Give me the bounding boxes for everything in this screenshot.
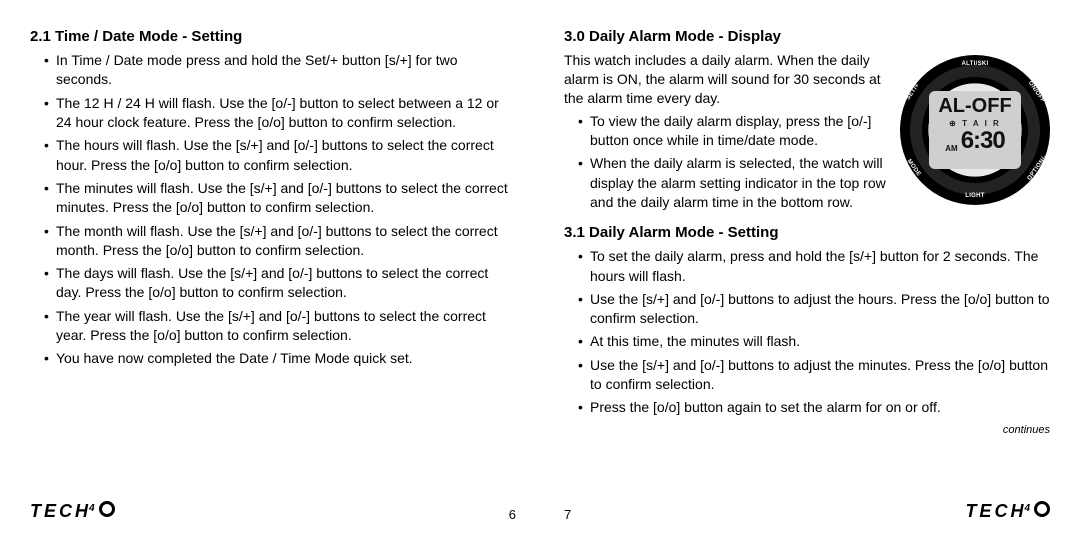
- right-top-block: This watch includes a daily alarm. When …: [564, 51, 1050, 216]
- page-left: 2.1 Time / Date Mode - Setting In Time /…: [0, 0, 540, 540]
- list-item: Press the [o/o] button again to set the …: [578, 398, 1050, 417]
- page-spread: 2.1 Time / Date Mode - Setting In Time /…: [0, 0, 1080, 540]
- list-item: The days will flash. Use the [s/+] and […: [44, 264, 516, 303]
- footer-left: TECH4 6: [30, 494, 516, 522]
- watch-ampm: AM: [945, 144, 957, 153]
- watch-row1: AL-OFF: [932, 95, 1018, 118]
- list-item: Use the [s/+] and [o/-] buttons to adjus…: [578, 290, 1050, 329]
- list-item: Use the [s/+] and [o/-] buttons to adjus…: [578, 356, 1050, 395]
- list-item: At this time, the minutes will flash.: [578, 332, 1050, 351]
- list-item: You have now completed the Date / Time M…: [44, 349, 516, 368]
- heading-3-1: 3.1 Daily Alarm Mode - Setting: [564, 224, 1050, 241]
- watch-screen: AL-OFF ⊕ T A I R AM 6:30: [929, 91, 1021, 169]
- brand-text: TECH: [965, 501, 1026, 522]
- list-item: The minutes will flash. Use the [s/+] an…: [44, 179, 516, 218]
- watch-time: 6:30: [961, 129, 1005, 153]
- list-item: The hours will flash. Use the [s/+] and …: [44, 136, 516, 175]
- brand-o-icon: [99, 501, 115, 517]
- bezel-label-top: ALTI/SKI: [962, 61, 989, 67]
- right-text-block: This watch includes a daily alarm. When …: [564, 51, 890, 216]
- brand-logo: TECH4: [965, 501, 1050, 522]
- list-item: When the daily alarm is selected, the wa…: [578, 154, 890, 212]
- brand-sup: 4: [1024, 503, 1030, 514]
- list-item: The year will flash. Use the [s/+] and […: [44, 307, 516, 346]
- watch-illustration: AL-OFF ⊕ T A I R AM 6:30 ALTI/SKI LIGHT …: [900, 55, 1050, 205]
- list-item: To view the daily alarm display, press t…: [578, 112, 890, 151]
- continues-label: continues: [564, 424, 1050, 436]
- brand-logo: TECH4: [30, 501, 115, 522]
- bullet-list-right-1: To view the daily alarm display, press t…: [564, 112, 890, 213]
- heading-3-0: 3.0 Daily Alarm Mode - Display: [564, 28, 1050, 45]
- list-item: In Time / Date mode press and hold the S…: [44, 51, 516, 90]
- brand-o-icon: [1034, 501, 1050, 517]
- intro-text: This watch includes a daily alarm. When …: [564, 51, 890, 108]
- brand-text: TECH: [30, 501, 91, 522]
- list-item: To set the daily alarm, press and hold t…: [578, 247, 1050, 286]
- brand-sup: 4: [89, 503, 95, 514]
- page-right: 3.0 Daily Alarm Mode - Display This watc…: [540, 0, 1080, 540]
- page-number-right: 7: [564, 507, 571, 522]
- list-item: The month will flash. Use the [s/+] and …: [44, 222, 516, 261]
- page-number-left: 6: [509, 507, 516, 522]
- watch-row3: AM 6:30: [932, 129, 1018, 153]
- footer-right: 7 TECH4: [564, 494, 1050, 522]
- bullet-list-left: In Time / Date mode press and hold the S…: [30, 51, 516, 373]
- bullet-list-right-2: To set the daily alarm, press and hold t…: [564, 247, 1050, 422]
- heading-2-1: 2.1 Time / Date Mode - Setting: [30, 28, 516, 45]
- bezel-label-bottom: LIGHT: [965, 193, 985, 199]
- list-item: The 12 H / 24 H will flash. Use the [o/-…: [44, 94, 516, 133]
